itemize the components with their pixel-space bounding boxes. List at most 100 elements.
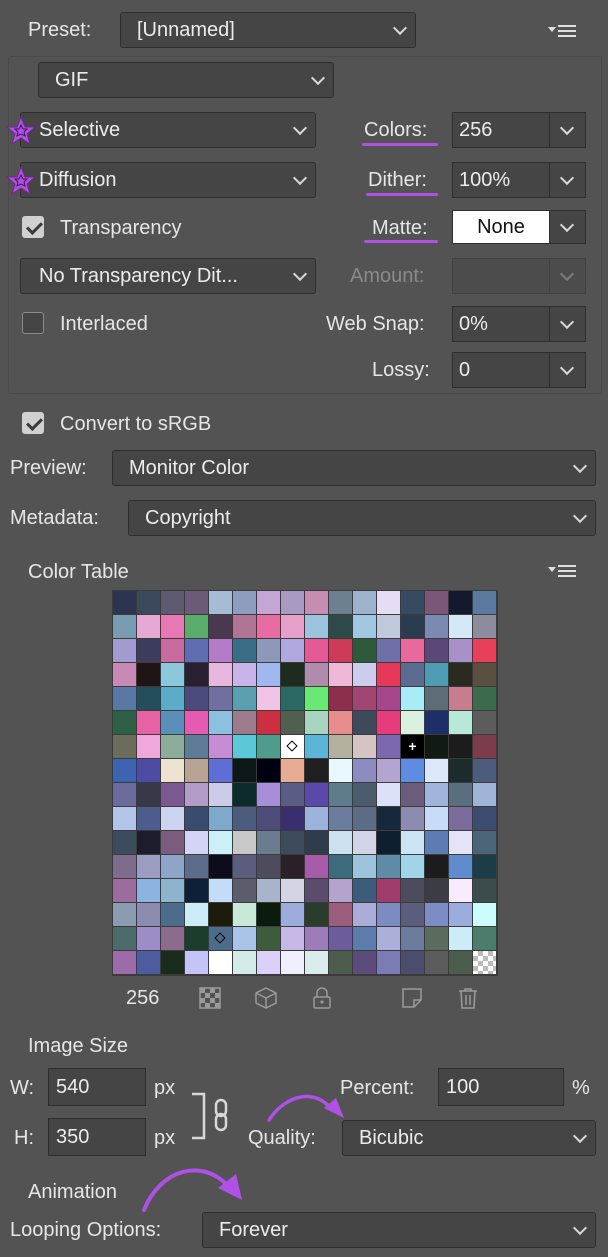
color-swatch[interactable] [449,927,472,950]
color-swatch[interactable] [449,663,472,686]
color-swatch[interactable] [353,831,376,854]
preset-dropdown[interactable]: [Unnamed] [120,12,416,48]
color-swatch[interactable] [449,783,472,806]
color-swatch[interactable] [185,687,208,710]
color-swatch[interactable] [305,903,328,926]
lock-icon[interactable] [310,986,334,1010]
color-swatch[interactable] [113,807,136,830]
color-swatch[interactable] [257,855,280,878]
color-swatch[interactable] [377,735,400,758]
color-swatch[interactable] [425,711,448,734]
color-swatch[interactable] [137,591,160,614]
color-swatch[interactable] [329,855,352,878]
color-swatch[interactable] [329,807,352,830]
color-swatch[interactable] [305,735,328,758]
color-swatch[interactable] [137,711,160,734]
color-swatch[interactable] [449,903,472,926]
color-swatch[interactable] [137,615,160,638]
color-swatch[interactable] [233,807,256,830]
width-field[interactable]: 540 [48,1068,146,1106]
color-swatch[interactable] [377,615,400,638]
color-swatch[interactable] [113,639,136,662]
color-swatch[interactable] [161,687,184,710]
color-swatch[interactable] [281,951,304,974]
color-swatch[interactable] [233,927,256,950]
color-swatch[interactable] [209,807,232,830]
color-swatch[interactable] [209,903,232,926]
new-color-icon[interactable] [400,986,424,1010]
color-table-grid[interactable] [112,590,498,976]
dither-dropdown-button[interactable] [549,162,586,198]
color-swatch[interactable] [161,855,184,878]
web-snap-field[interactable]: 0% [452,306,549,342]
color-swatch[interactable] [425,615,448,638]
color-swatch[interactable] [377,879,400,902]
color-swatch[interactable] [233,591,256,614]
color-swatch[interactable] [353,759,376,782]
color-swatch[interactable] [353,951,376,974]
color-swatch[interactable] [377,783,400,806]
color-swatch[interactable] [449,951,472,974]
height-field[interactable]: 350 [48,1118,146,1156]
web-snap-dropdown-button[interactable] [549,306,586,342]
color-swatch[interactable] [161,807,184,830]
color-swatch[interactable] [281,903,304,926]
color-swatch[interactable] [185,735,208,758]
color-swatch[interactable] [329,903,352,926]
color-swatch[interactable] [305,807,328,830]
color-swatch[interactable] [473,591,496,614]
color-swatch[interactable] [305,759,328,782]
color-swatch[interactable] [377,903,400,926]
color-swatch[interactable] [113,735,136,758]
color-swatch[interactable] [281,639,304,662]
color-swatch[interactable] [473,951,496,974]
color-swatch[interactable] [209,735,232,758]
color-swatch[interactable] [425,783,448,806]
color-swatch[interactable] [353,687,376,710]
color-swatch[interactable] [353,879,376,902]
color-swatch[interactable] [113,591,136,614]
color-swatch[interactable] [257,663,280,686]
color-swatch[interactable] [257,879,280,902]
percent-field[interactable]: 100 [438,1068,564,1106]
color-swatch[interactable] [473,615,496,638]
color-swatch[interactable] [185,927,208,950]
color-swatch[interactable] [281,855,304,878]
looping-options-dropdown[interactable]: Forever [202,1212,596,1248]
color-swatch[interactable] [305,855,328,878]
color-swatch[interactable] [329,591,352,614]
color-swatch[interactable] [233,879,256,902]
color-swatch[interactable] [425,639,448,662]
color-table-menu-icon[interactable] [548,562,578,580]
transparency-dither-dropdown[interactable]: No Transparency Dit... [20,258,316,294]
color-swatch[interactable] [305,831,328,854]
colors-combo[interactable]: 256 [452,112,586,148]
color-swatch[interactable] [257,687,280,710]
color-swatch[interactable] [233,855,256,878]
matte-field[interactable]: None [452,210,549,244]
color-swatch[interactable] [161,591,184,614]
color-swatch[interactable] [233,831,256,854]
color-swatch[interactable] [137,687,160,710]
color-swatch[interactable] [401,807,424,830]
color-swatch[interactable] [425,735,448,758]
color-swatch[interactable] [257,735,280,758]
color-swatch[interactable] [185,879,208,902]
color-swatch[interactable] [161,903,184,926]
color-swatch[interactable] [329,687,352,710]
color-swatch[interactable] [113,951,136,974]
color-swatch[interactable] [473,927,496,950]
color-swatch[interactable] [233,615,256,638]
color-swatch[interactable] [377,591,400,614]
convert-srgb-checkbox[interactable] [22,412,44,434]
color-swatch[interactable] [377,639,400,662]
color-swatch[interactable] [449,711,472,734]
matte-dropdown-button[interactable] [549,210,586,244]
color-swatch[interactable] [281,615,304,638]
dither-algorithm-dropdown[interactable]: Diffusion [20,162,316,198]
color-swatch[interactable] [257,951,280,974]
color-swatch[interactable] [473,903,496,926]
color-swatch[interactable] [113,783,136,806]
color-swatch[interactable] [353,711,376,734]
format-dropdown[interactable]: GIF [38,62,334,98]
